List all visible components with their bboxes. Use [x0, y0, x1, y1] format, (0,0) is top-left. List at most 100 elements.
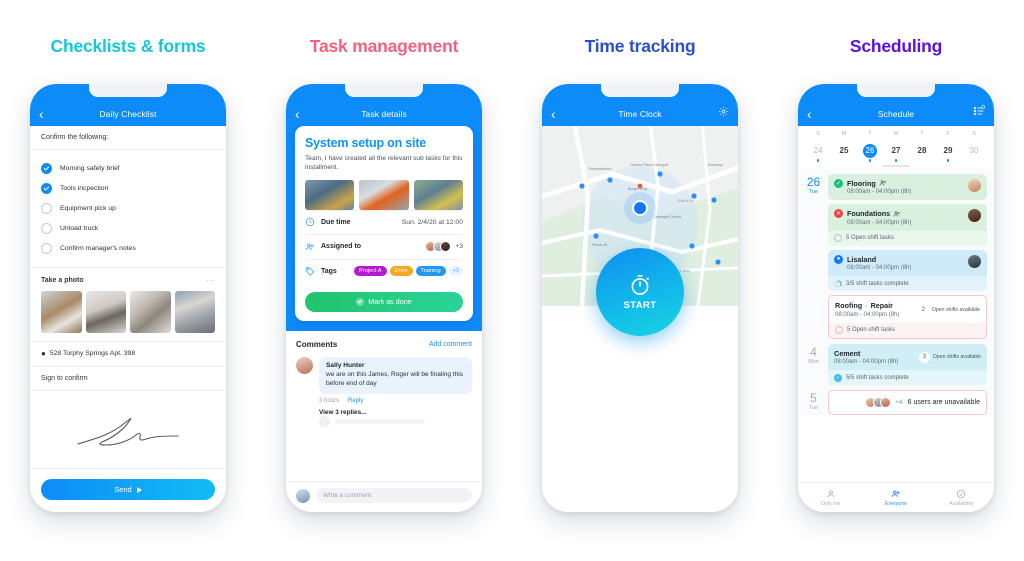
calendar-date-cell[interactable]: 26: [857, 137, 883, 162]
check-circle-icon: [957, 489, 966, 498]
signature-pad[interactable]: [30, 391, 226, 468]
address-row: ● 528 Torphy Springs Apt. 398: [30, 340, 226, 367]
task-card: System setup on site Team, I have create…: [295, 126, 473, 321]
shift-card[interactable]: Roofing › Repair 08:00am - 04:00pm (8h) …: [828, 295, 987, 339]
start-button[interactable]: START: [596, 248, 684, 336]
list-item[interactable]: Tools incpection: [41, 178, 215, 198]
calendar-date-cell[interactable]: 25: [831, 137, 857, 162]
calendar-date-cell[interactable]: 27: [883, 137, 909, 162]
schedule-day-group: 4 Mon Cement 08:00am - 04:00pm (8h) 3 Op…: [805, 343, 987, 386]
nav-availability[interactable]: Availability: [929, 483, 994, 512]
nav-only-me[interactable]: Only me: [798, 483, 863, 512]
column-title-scheduling: Scheduling: [849, 36, 943, 56]
shift-subrow[interactable]: 3/5 shift tasks complete: [828, 276, 987, 292]
list-item[interactable]: Equipment pick up: [41, 198, 215, 218]
stopwatch-icon: [631, 275, 650, 295]
assignee-avatars[interactable]: +3: [425, 241, 463, 253]
people-icon: [305, 243, 314, 250]
checkbox-empty-icon[interactable]: [41, 243, 52, 255]
comment-input[interactable]: Write a comment: [316, 488, 472, 503]
tag-chip[interactable]: Training: [415, 266, 446, 277]
photo-thumbnail[interactable]: [85, 290, 126, 333]
list-item[interactable]: Unload truck: [41, 219, 215, 239]
shift-card[interactable]: Cement 08:00am - 04:00pm (8h) 3 Open shi…: [828, 343, 987, 386]
shift-subrow[interactable]: 5 Open shift tasks: [828, 230, 987, 246]
due-time-row[interactable]: Due time Sun. 2/4/20 at 12:00: [305, 209, 463, 234]
back-icon[interactable]: ‹: [551, 107, 556, 121]
svg-text:Tchernichovski: Tchernichovski: [588, 167, 612, 171]
nav-everyone[interactable]: Everyone: [863, 483, 928, 512]
play-triangle-icon: [136, 486, 142, 493]
checkbox-checked-icon[interactable]: [41, 182, 52, 194]
assigned-to-row[interactable]: Assigned to +3: [305, 233, 463, 259]
date-dot-icon: [816, 159, 820, 162]
photo-thumbnail[interactable]: [174, 290, 215, 333]
shift-subrow[interactable]: ✓ 5/5 shift tasks complete: [828, 370, 987, 386]
circle-empty-icon: [834, 234, 842, 243]
mark-as-done-button[interactable]: Mark as done: [305, 291, 463, 312]
checkbox-checked-icon[interactable]: [41, 162, 52, 174]
task-images: [305, 179, 463, 210]
calendar-date-cell[interactable]: 24: [805, 137, 831, 162]
avatar: [880, 397, 892, 409]
calendar-date-cell[interactable]: 29: [935, 137, 961, 162]
gear-icon[interactable]: [718, 104, 729, 122]
send-button-area: Send: [30, 468, 226, 512]
day-marker: 5 Tue: [805, 390, 822, 415]
task-heading: System setup on site: [305, 136, 427, 150]
column-title-checklists: Checklists & forms: [50, 36, 206, 56]
checkbox-empty-icon[interactable]: [41, 202, 52, 214]
back-icon[interactable]: ‹: [39, 107, 44, 121]
shift-card[interactable]: ✓ Flooring 08:00am - 04:00pm (8h): [828, 173, 987, 201]
task-image[interactable]: [359, 179, 409, 210]
more-dots-icon[interactable]: ⋯: [206, 276, 215, 285]
list-item[interactable]: Morning safety brief: [41, 158, 215, 178]
list-item[interactable]: Confirm manager's notes: [41, 239, 215, 259]
tag-chip[interactable]: Drive: [389, 266, 413, 277]
chevron-right-icon: ›: [865, 301, 868, 311]
tag-icon: [305, 267, 315, 276]
timeclock-bottom-panel: [542, 306, 738, 512]
task-image[interactable]: [413, 179, 463, 210]
agenda-list-icon[interactable]: [973, 104, 986, 122]
photo-thumbnail[interactable]: [130, 290, 171, 333]
add-comment-link[interactable]: Add comment: [429, 341, 472, 348]
calendar-date-cell[interactable]: 30: [961, 137, 987, 162]
shift-card[interactable]: ✕ Foundations 08:00am - 04:00pm (8h) 5 O…: [828, 204, 987, 246]
back-icon[interactable]: ‹: [295, 107, 300, 121]
shift-subrow[interactable]: 5 Open shift tasks: [829, 322, 986, 338]
day-number: 5: [810, 391, 817, 406]
take-a-photo-label: Take a photo: [41, 276, 84, 284]
comment-text: we are on this James, Roger will be fina…: [326, 370, 463, 388]
open-shifts-label: Open shifts available: [932, 354, 981, 361]
checklist-item-label: Tools incpection: [60, 184, 109, 192]
date-number: 30: [969, 146, 979, 155]
shift-progress-label: 3/5 shift tasks complete: [846, 280, 909, 287]
comment-author: Sally Hunter: [326, 361, 365, 369]
phone-task-details: ‹ Task details System setup on site Team…: [286, 84, 482, 512]
schedule-title: Schedule: [877, 109, 915, 119]
back-icon[interactable]: ‹: [807, 107, 812, 121]
send-button[interactable]: Send: [41, 479, 215, 500]
view-replies-link[interactable]: View 3 replies...: [319, 409, 472, 416]
tags-row[interactable]: Tags Project A Drive Training +3: [305, 258, 463, 283]
photo-thumbnail[interactable]: [41, 290, 82, 333]
tag-chip[interactable]: Project A: [354, 266, 387, 277]
checkbox-empty-icon[interactable]: [41, 223, 52, 235]
unavailable-users-card[interactable]: +4 6 users are unavailable: [828, 390, 987, 416]
drag-handle[interactable]: [882, 164, 910, 167]
task-card-wrapper: System setup on site Team, I have create…: [286, 126, 482, 331]
reply-link[interactable]: Reply: [348, 398, 363, 404]
open-shifts-count: 2: [917, 304, 929, 316]
calendar-dates: 24 25 26 27 28 29 30: [805, 137, 987, 162]
column-checklists: Checklists & forms ‹ Daily Checklist Con…: [0, 0, 256, 561]
tag-overflow-chip[interactable]: +3: [448, 266, 463, 277]
send-label: Send: [114, 485, 132, 494]
calendar-strip[interactable]: S M T W T F S 24 25 26 27 28 29 30: [798, 126, 994, 169]
marketing-screenshot-stage: Checklists & forms ‹ Daily Checklist Con…: [0, 0, 1024, 561]
calendar-date-cell[interactable]: 28: [909, 137, 935, 162]
day-weekday: Mon: [808, 358, 819, 365]
shift-card[interactable]: ● Lisaland 08:00am - 04:00pm (8h) 3/5 sh…: [828, 249, 987, 292]
sign-to-confirm-label: Sign to confirm: [41, 374, 88, 382]
task-image[interactable]: [305, 179, 355, 210]
